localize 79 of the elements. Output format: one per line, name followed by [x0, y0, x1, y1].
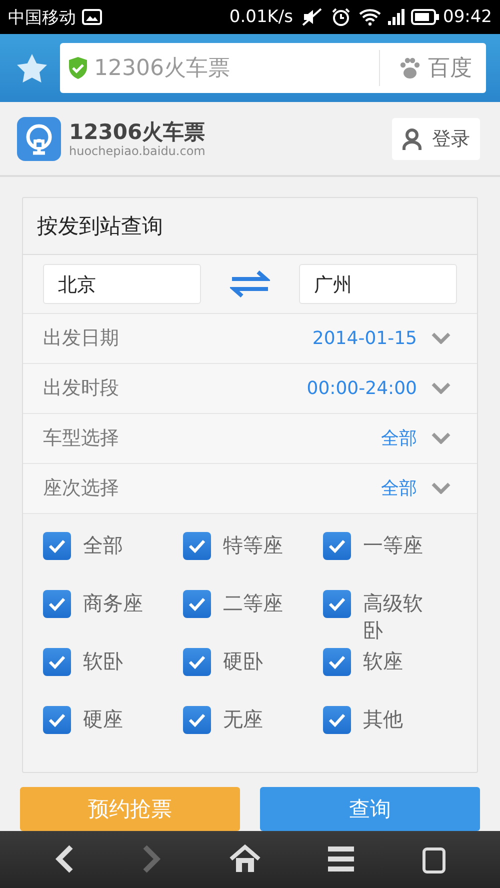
picture-icon: [82, 9, 102, 26]
checkbox-label: 硬座: [83, 706, 123, 733]
checkbox[interactable]: [323, 532, 351, 560]
arrival-field[interactable]: 广州: [299, 264, 457, 304]
option-value: 全部: [381, 427, 417, 450]
url-text: 12306火车票: [94, 55, 230, 84]
option-label: 座次选择: [43, 476, 119, 502]
option-label: 出发时段: [43, 376, 119, 402]
option-value: 2014-01-15: [312, 328, 417, 349]
checkbox[interactable]: [323, 706, 351, 734]
checkbox-label: 软卧: [83, 648, 123, 675]
option-row[interactable]: 出发日期 2014-01-15: [23, 314, 477, 364]
check-icon: [47, 596, 67, 612]
option-row[interactable]: 座次选择 全部: [23, 464, 477, 514]
carrier-name: 中国移动: [8, 6, 76, 29]
checkbox-label: 一等座: [363, 532, 423, 559]
network-speed: 0.01K/s: [229, 7, 293, 28]
option-value: 全部: [381, 477, 417, 500]
check-icon: [187, 596, 207, 612]
checkbox-label: 高级软卧: [363, 590, 424, 644]
checkbox[interactable]: [183, 648, 211, 676]
checkbox-label: 特等座: [223, 532, 283, 559]
shield-check-icon: [68, 56, 88, 80]
checkbox-label: 其他: [363, 706, 403, 733]
check-icon: [187, 538, 207, 554]
search-button[interactable]: 查询: [260, 786, 480, 831]
checkbox-label: 商务座: [83, 590, 143, 617]
alarm-icon: [331, 7, 351, 28]
check-icon: [47, 654, 67, 670]
site-domain: huochepiao.baidu.com: [69, 144, 206, 158]
star-icon[interactable]: [16, 53, 48, 84]
option-value: 00:00-24:00: [306, 378, 417, 399]
check-icon: [327, 596, 347, 612]
login-button[interactable]: 登录: [392, 118, 480, 160]
back-icon[interactable]: [53, 844, 75, 874]
clock-time: 09:42: [443, 7, 492, 28]
option-label: 出发日期: [43, 326, 119, 352]
departure-field[interactable]: 北京: [43, 264, 201, 304]
check-icon: [327, 538, 347, 554]
home-icon[interactable]: [229, 844, 261, 874]
checkbox[interactable]: [43, 706, 71, 734]
wifi-icon: [359, 8, 381, 26]
check-icon: [327, 712, 347, 728]
checkbox[interactable]: [43, 532, 71, 560]
option-row[interactable]: 出发时段 00:00-24:00: [23, 364, 477, 414]
mute-icon: [301, 8, 323, 26]
checkbox[interactable]: [183, 532, 211, 560]
chevron-down-icon: [431, 332, 451, 344]
checkbox-label: 软座: [363, 648, 403, 675]
check-icon: [327, 654, 347, 670]
checkbox[interactable]: [183, 590, 211, 618]
chevron-down-icon: [431, 482, 451, 494]
checkbox[interactable]: [183, 706, 211, 734]
checkbox[interactable]: [323, 648, 351, 676]
chevron-down-icon: [431, 382, 451, 394]
battery-icon: [411, 9, 439, 26]
paw-icon: [398, 56, 422, 80]
checkbox[interactable]: [323, 590, 351, 618]
check-icon: [47, 538, 67, 554]
option-row[interactable]: 车型选择 全部: [23, 414, 477, 464]
check-icon: [47, 712, 67, 728]
checkbox-label: 硬卧: [223, 648, 263, 675]
check-icon: [187, 654, 207, 670]
checkbox[interactable]: [43, 590, 71, 618]
search-engine-label: 百度: [428, 55, 472, 84]
site-title: 12306火车票: [69, 120, 206, 144]
chevron-down-icon: [431, 432, 451, 444]
logo-icon: [17, 116, 61, 161]
address-bar[interactable]: 12306火车票 百度: [60, 43, 486, 94]
swap-icon[interactable]: [230, 270, 270, 298]
option-label: 车型选择: [43, 426, 119, 452]
checkbox-label: 全部: [83, 532, 123, 559]
signal-icon: [387, 9, 405, 26]
check-icon: [187, 712, 207, 728]
checkbox-label: 二等座: [223, 590, 283, 617]
user-icon: [402, 128, 422, 150]
checkbox-label: 无座: [223, 706, 263, 733]
checkbox[interactable]: [43, 648, 71, 676]
menu-icon[interactable]: [327, 846, 355, 872]
